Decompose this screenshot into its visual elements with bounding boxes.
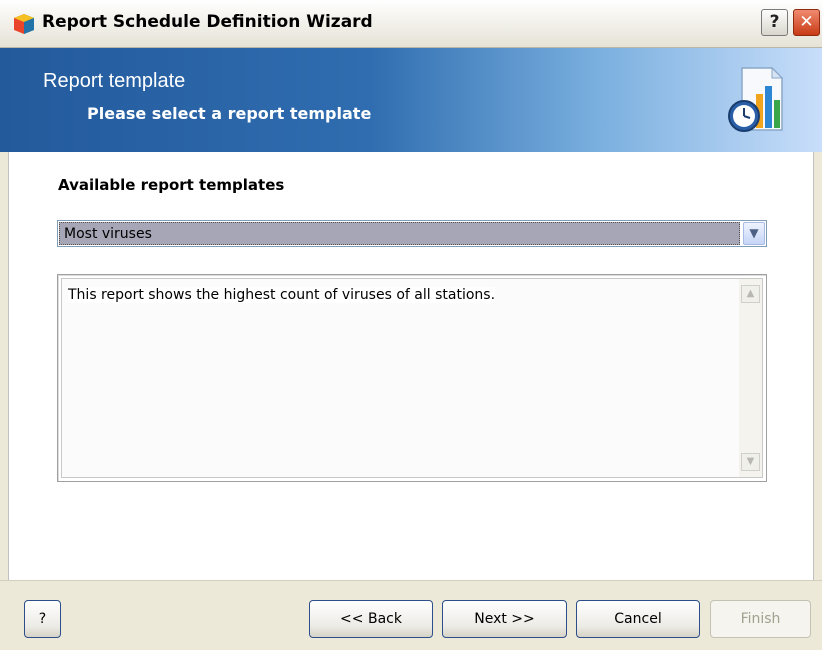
scroll-down-icon[interactable]: ▼ xyxy=(741,453,760,471)
templates-label: Available report templates xyxy=(58,176,285,194)
report-schedule-icon xyxy=(728,66,784,132)
template-description: This report shows the highest count of v… xyxy=(68,287,496,303)
title-bar[interactable]: Report Schedule Definition Wizard ? ✕ xyxy=(0,0,822,48)
help-button[interactable]: ? xyxy=(24,600,61,638)
wizard-header-banner xyxy=(0,48,822,152)
window-title: Report Schedule Definition Wizard xyxy=(42,12,373,32)
close-button[interactable]: ✕ xyxy=(793,9,820,36)
template-description-box[interactable]: This report shows the highest count of v… xyxy=(57,274,767,482)
scroll-up-icon[interactable]: ▲ xyxy=(741,285,760,303)
page-title: Report template xyxy=(43,70,186,92)
description-scrollbar[interactable]: ▲ ▼ xyxy=(739,279,762,477)
help-title-button[interactable]: ? xyxy=(761,9,788,36)
finish-button[interactable]: Finish xyxy=(710,600,811,638)
back-button[interactable]: << Back xyxy=(309,600,433,638)
page-subtitle: Please select a report template xyxy=(87,104,372,123)
next-button[interactable]: Next >> xyxy=(442,600,567,638)
template-select[interactable]: Most viruses ▼ xyxy=(57,220,767,247)
app-icon xyxy=(14,14,34,34)
cancel-button[interactable]: Cancel xyxy=(576,600,700,638)
chevron-down-icon[interactable]: ▼ xyxy=(743,222,765,245)
template-select-value[interactable]: Most viruses xyxy=(59,222,740,245)
template-description-area[interactable]: This report shows the highest count of v… xyxy=(61,278,763,478)
